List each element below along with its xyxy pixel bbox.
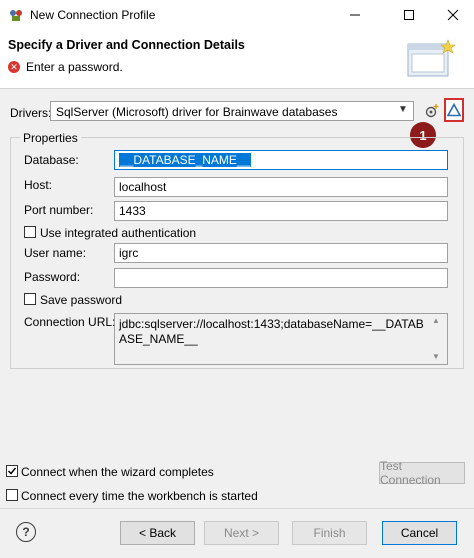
- back-button[interactable]: < Back: [120, 521, 195, 545]
- delta-icon: [447, 103, 461, 117]
- drivers-label: Drivers:: [10, 106, 52, 120]
- help-icon[interactable]: ?: [16, 522, 36, 542]
- host-value: localhost: [119, 180, 167, 194]
- next-button[interactable]: Next >: [204, 521, 279, 545]
- host-field[interactable]: localhost: [114, 177, 448, 197]
- password-field[interactable]: [114, 268, 448, 288]
- window-title: New Connection Profile: [30, 8, 156, 22]
- database-field[interactable]: __DATABASE_NAME__: [114, 150, 448, 170]
- scroll-down-icon[interactable]: ▼: [432, 352, 440, 361]
- maximize-button[interactable]: [392, 0, 426, 30]
- port-value: 1433: [119, 204, 146, 218]
- scroll-up-icon[interactable]: ▲: [432, 316, 440, 325]
- database-label: Database:: [24, 153, 79, 167]
- minimize-button[interactable]: [338, 0, 372, 30]
- cancel-button[interactable]: Cancel: [382, 521, 457, 545]
- footer-divider: [0, 508, 474, 509]
- connection-url-label: Connection URL:: [24, 315, 116, 329]
- edit-driver-button[interactable]: [444, 98, 464, 122]
- error-message: Enter a password.: [26, 60, 123, 74]
- properties-group-title: Properties: [20, 131, 81, 145]
- finish-button[interactable]: Finish: [292, 521, 367, 545]
- app-icon: [8, 7, 24, 23]
- integrated-auth-label: Use integrated authentication: [40, 226, 197, 240]
- integrated-auth-checkbox[interactable]: [24, 226, 36, 238]
- port-field[interactable]: 1433: [114, 201, 448, 221]
- error-icon: ✕: [8, 61, 20, 73]
- username-label: User name:: [24, 246, 87, 260]
- password-label: Password:: [24, 270, 81, 284]
- connect-every-time-label: Connect every time the workbench is star…: [21, 489, 258, 503]
- connection-url-value: jdbc:sqlserver://localhost:1433;database…: [119, 317, 424, 346]
- database-value: __DATABASE_NAME__: [119, 153, 252, 167]
- test-connection-button[interactable]: Test Connection: [379, 459, 465, 487]
- connect-on-finish-checkbox[interactable]: [6, 465, 18, 477]
- connect-every-time-checkbox[interactable]: [6, 489, 18, 501]
- username-field[interactable]: igrc: [114, 243, 448, 263]
- connection-url-field[interactable]: jdbc:sqlserver://localhost:1433;database…: [114, 313, 448, 365]
- page-title: Specify a Driver and Connection Details: [8, 38, 245, 52]
- drivers-selected: SqlServer (Microsoft) driver for Brainwa…: [56, 105, 338, 119]
- port-label: Port number:: [24, 203, 94, 217]
- close-button[interactable]: [436, 0, 470, 30]
- wizard-banner-icon: [404, 38, 460, 84]
- host-label: Host:: [24, 178, 53, 192]
- chevron-down-icon[interactable]: ▼: [398, 104, 408, 115]
- save-password-checkbox[interactable]: [24, 293, 36, 305]
- close-icon: [447, 9, 459, 21]
- username-value: igrc: [119, 246, 139, 260]
- checkmark-icon: [7, 467, 17, 475]
- save-password-label: Save password: [40, 293, 123, 307]
- connect-on-finish-label: Connect when the wizard completes: [21, 465, 214, 479]
- minimize-icon: [350, 14, 360, 16]
- new-driver-icon: [425, 104, 439, 118]
- maximize-icon: [404, 10, 414, 20]
- new-driver-button[interactable]: [421, 100, 443, 122]
